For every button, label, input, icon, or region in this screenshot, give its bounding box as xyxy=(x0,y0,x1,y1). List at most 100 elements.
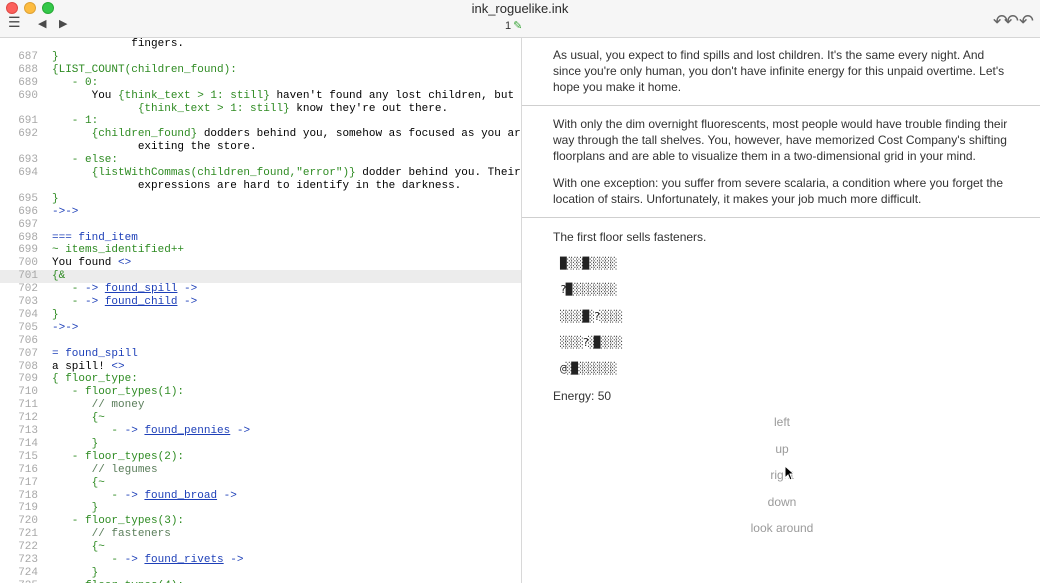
code-text: You found <> xyxy=(52,257,132,270)
line-number: 720 xyxy=(18,515,38,528)
line-number: 712 xyxy=(18,412,38,425)
energy-readout: Energy: 50 xyxy=(553,389,612,403)
code-editor[interactable]: fingers. 687} 688 {LIST_COUNT(children_foun… xyxy=(0,38,522,583)
code-line[interactable]: 699 ~ items_identified++ xyxy=(0,244,521,257)
divert-link[interactable]: found_rivets xyxy=(144,554,223,566)
line-number: 699 xyxy=(18,244,38,257)
code-line[interactable]: 712 {~ xyxy=(0,412,521,425)
code-line[interactable]: 722 {~ xyxy=(0,541,521,554)
map-grid-row: ░░░░?░█░░░░ xyxy=(560,336,623,349)
code-line[interactable]: exiting the store. xyxy=(0,141,521,154)
code-text: - floor_types(3): xyxy=(52,515,185,528)
line-number: 721 xyxy=(18,528,38,541)
code-line[interactable]: 704} xyxy=(0,309,521,322)
code-line[interactable]: 708 a spill! <> xyxy=(0,361,521,374)
code-line[interactable]: 707 = found_spill xyxy=(0,348,521,361)
code-text: ->-> xyxy=(52,205,79,218)
map-grid-row: ░░░░█░?░░░░ xyxy=(560,310,623,323)
code-line[interactable]: 711 // money xyxy=(0,399,521,412)
code-line[interactable]: 698 === find_item xyxy=(0,232,521,245)
code-line[interactable]: 689 - 0: xyxy=(0,77,521,90)
code-text: } xyxy=(52,437,99,450)
code-line[interactable]: 724 } xyxy=(0,567,521,580)
choice-left[interactable]: left xyxy=(722,415,842,429)
code-line[interactable]: 721 // fasteners xyxy=(0,528,521,541)
code-line[interactable]: 720 - floor_types(3): xyxy=(0,515,521,528)
code-line[interactable]: 696 ->-> xyxy=(0,206,521,219)
line-number: 709 xyxy=(18,373,38,386)
divert-link[interactable]: found_spill xyxy=(105,283,178,295)
code-line[interactable]: 702 - -> found_spill -> xyxy=(0,283,521,296)
line-number: 705 xyxy=(18,321,38,334)
code-text: - -> found_pennies -> xyxy=(52,425,251,437)
code-line[interactable]: 688 {LIST_COUNT(children_found): xyxy=(0,64,521,77)
issue-count: 1 xyxy=(505,20,512,32)
code-line[interactable]: 705 ->-> xyxy=(0,322,521,335)
code-line[interactable]: 690 You {think_text > 1: still} haven't … xyxy=(0,90,521,103)
line-number: 706 xyxy=(18,334,38,347)
code-text: expressions are hard to identify in the … xyxy=(52,179,462,192)
code-text: { floor_type: xyxy=(52,373,138,386)
divert-link[interactable]: found_child xyxy=(105,296,178,308)
issue-indicator[interactable]: 1 ✎ xyxy=(505,19,522,32)
code-line[interactable]: fingers. xyxy=(0,38,521,51)
restart-story-icon[interactable]: ↶↶ xyxy=(1004,12,1034,30)
back-arrow-icon[interactable]: ◀ xyxy=(38,16,46,32)
code-line[interactable]: 714 } xyxy=(0,438,521,451)
code-line[interactable]: expressions are hard to identify in the … xyxy=(0,180,521,193)
line-number: 701 xyxy=(18,270,38,283)
code-line[interactable]: 703 - -> found_child -> xyxy=(0,296,521,309)
divider xyxy=(522,217,1040,218)
line-number: 718 xyxy=(18,489,38,502)
code-line[interactable]: 710 - floor_types(1): xyxy=(0,386,521,399)
choice-look-around[interactable]: look around xyxy=(722,521,842,535)
forward-arrow-icon[interactable]: ▶ xyxy=(59,16,67,32)
code-line[interactable]: 716 // legumes xyxy=(0,464,521,477)
divert-link[interactable]: found_pennies xyxy=(144,425,230,437)
code-text: } xyxy=(52,502,99,515)
code-line[interactable]: 718 - -> found_broad -> xyxy=(0,490,521,503)
code-text: - -> found_child -> xyxy=(52,296,198,308)
code-line[interactable]: 691 - 1: xyxy=(0,115,521,128)
line-number: 690 xyxy=(18,89,38,102)
line-number: 724 xyxy=(18,566,38,579)
code-line[interactable]: 694 {listWithCommas(children_found,"erro… xyxy=(0,167,521,180)
code-text: {~ xyxy=(52,541,105,554)
code-line[interactable]: 700 You found <> xyxy=(0,257,521,270)
code-line[interactable]: 713 - -> found_pennies -> xyxy=(0,425,521,438)
code-line[interactable]: 687} xyxy=(0,51,521,64)
code-line[interactable]: 717 {~ xyxy=(0,477,521,490)
divert-link[interactable]: found_broad xyxy=(144,490,217,502)
hamburger-menu-icon[interactable]: ☰ xyxy=(8,14,21,30)
code-text: {& xyxy=(52,270,66,283)
code-line[interactable]: 709 { floor_type: xyxy=(0,373,521,386)
code-line[interactable]: 719 } xyxy=(0,502,521,515)
window-title: ink_roguelike.ink xyxy=(471,1,569,16)
choice-down[interactable]: down xyxy=(722,495,842,509)
code-line[interactable]: 706 xyxy=(0,335,521,348)
code-text: } xyxy=(52,566,99,579)
code-line[interactable]: 701 {& xyxy=(0,270,521,284)
code-line[interactable]: 693 - else: xyxy=(0,154,521,167)
line-number: 696 xyxy=(18,205,38,218)
code-line[interactable]: 715 - floor_types(2): xyxy=(0,451,521,464)
line-number: 693 xyxy=(18,154,38,167)
line-number: 713 xyxy=(18,425,38,437)
code-text: - 0: xyxy=(52,76,99,89)
code-line[interactable]: 723 - -> found_rivets -> xyxy=(0,554,521,567)
code-text: = found_spill xyxy=(52,347,138,360)
line-number: 688 xyxy=(18,63,38,76)
code-line[interactable]: {think_text > 1: still} know they're out… xyxy=(0,103,521,116)
choice-right[interactable]: right xyxy=(722,468,842,482)
code-text: } xyxy=(52,192,59,205)
code-line[interactable]: 695} xyxy=(0,193,521,206)
code-line[interactable]: 697 xyxy=(0,219,521,232)
choice-up[interactable]: up xyxy=(722,442,842,456)
code-text: } xyxy=(52,50,59,63)
pencil-icon: ✎ xyxy=(513,20,523,32)
line-number: 716 xyxy=(18,463,38,476)
code-text: - floor_types(1): xyxy=(52,386,185,399)
divider xyxy=(522,105,1040,106)
line-number: 703 xyxy=(18,296,38,308)
code-line[interactable]: 692 {children_found} dodders behind you,… xyxy=(0,128,521,141)
